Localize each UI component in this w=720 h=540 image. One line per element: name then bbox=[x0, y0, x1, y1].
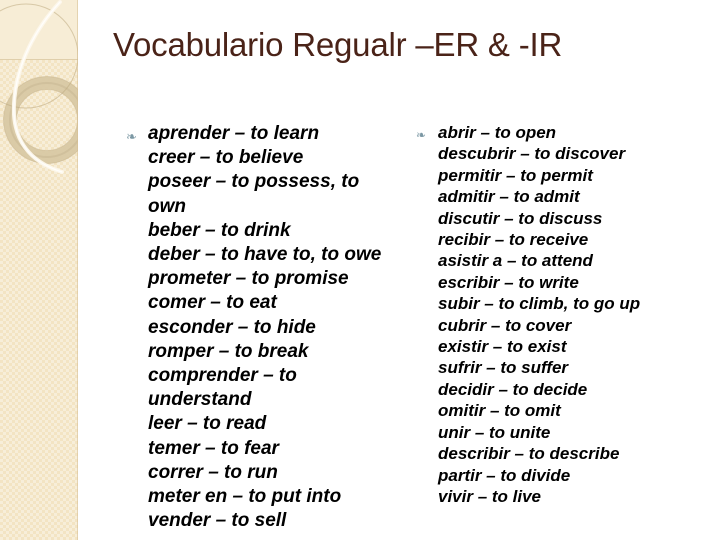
vocabulary-entry: esconder – to hide bbox=[148, 316, 316, 338]
vocabulary-entry: descubrir – to discover bbox=[438, 144, 626, 164]
vocabulary-entry: comer – to eat bbox=[148, 292, 277, 314]
vocabulary-entry: admitir – to admit bbox=[438, 187, 580, 207]
vocabulary-entry: cubrir – to cover bbox=[438, 315, 572, 335]
vocabulary-entry: poseer – to possess, to own bbox=[148, 171, 360, 217]
vocabulary-entry: prometer – to promise bbox=[148, 268, 349, 290]
vocabulary-entry: correr – to run bbox=[148, 461, 278, 483]
vocabulary-entry: vivir – to live bbox=[438, 486, 541, 506]
vocabulary-entry: discutir – to discuss bbox=[438, 208, 603, 228]
vocabulary-entry: decidir – to decide bbox=[438, 379, 588, 399]
vocabulary-entry: escribir – to write bbox=[438, 272, 579, 292]
band-right-edge bbox=[77, 0, 78, 540]
vocabulary-column-er: ❧ aprender – to learn creer – to believe p… bbox=[126, 122, 396, 533]
vocabulary-entry: deber – to have to, to owe bbox=[148, 244, 382, 266]
band-ring-ornament bbox=[0, 0, 78, 174]
vocabulary-column-ir: ❧ abrir – to open descubrir – to discover… bbox=[416, 122, 678, 507]
vocabulary-entry: subir – to climb, to go up bbox=[438, 294, 641, 314]
vocabulary-list-ir: abrir – to open descubrir – to discover pe… bbox=[438, 122, 678, 507]
page-title: Vocabulario Regualr –ER & -IR bbox=[113, 26, 563, 63]
vocabulary-entry: sufrir – to suffer bbox=[438, 358, 569, 378]
decorative-side-band bbox=[0, 0, 78, 540]
vocabulary-entry: temer – to fear bbox=[148, 437, 279, 459]
vocabulary-entry: unir – to unite bbox=[438, 422, 551, 442]
vocabulary-entry: permitir – to permit bbox=[438, 165, 593, 185]
vocabulary-entry: creer – to believe bbox=[148, 147, 304, 169]
slide: Vocabulario Regualr –ER & -IR ❧ aprender… bbox=[0, 0, 720, 540]
vocabulary-entry: abrir – to open bbox=[438, 123, 557, 142]
vocabulary-entry: recibir – to receive bbox=[438, 230, 589, 250]
vocabulary-entry: asistir a – to attend bbox=[438, 251, 593, 271]
vocabulary-list-er: aprender – to learn creer – to believe pos… bbox=[148, 122, 396, 533]
vocabulary-entry: vender – to sell bbox=[148, 510, 287, 532]
vocabulary-entry: partir – to divide bbox=[438, 465, 571, 485]
vocabulary-entry: aprender – to learn bbox=[148, 123, 320, 144]
vocabulary-entry: romper – to break bbox=[148, 340, 309, 362]
vocabulary-entry: beber – to drink bbox=[148, 219, 291, 241]
vocabulary-entry: omitir – to omit bbox=[438, 401, 561, 421]
ornament-bullet-icon: ❧ bbox=[416, 128, 427, 142]
ornament-bullet-icon: ❧ bbox=[126, 129, 137, 144]
vocabulary-entry: describir – to describe bbox=[438, 444, 620, 464]
vocabulary-entry: comprender – to understand bbox=[148, 365, 297, 411]
vocabulary-entry: existir – to exist bbox=[438, 337, 567, 357]
vocabulary-entry: meter en – to put into bbox=[148, 486, 342, 508]
vocabulary-entry: leer – to read bbox=[148, 413, 267, 435]
